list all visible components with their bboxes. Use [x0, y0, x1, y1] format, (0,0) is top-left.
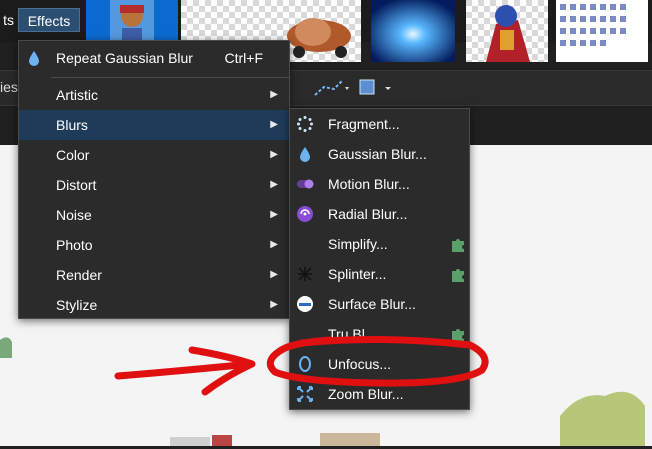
menu-item-label: Fragment... [328, 116, 400, 132]
menu-item-unfocus[interactable]: Unfocus... [290, 349, 469, 379]
menu-item-label: Motion Blur... [328, 176, 410, 192]
menu-item-photo[interactable]: Photo ▶ [19, 230, 289, 260]
menu-item-artistic[interactable]: Artistic ▶ [19, 80, 289, 110]
menu-item-blurs[interactable]: Blurs ▶ [19, 110, 289, 140]
menu-item-shortcut: Ctrl+F [224, 50, 264, 66]
unfocus-icon [299, 356, 311, 372]
line-curve-tool-icon[interactable] [312, 77, 352, 99]
menu-item-label: Zoom Blur... [328, 386, 404, 402]
menu-item-tru-blur[interactable]: Tru Bl... [290, 319, 469, 349]
menu-separator [51, 77, 289, 78]
menu-item-repeat-gaussian-blur[interactable]: Repeat Gaussian Blur Ctrl+F [19, 43, 289, 73]
menu-item-label: Splinter... [328, 266, 387, 282]
menu-effects[interactable]: Effects [18, 8, 80, 32]
surface-blur-icon [297, 296, 313, 312]
image-thumbnail[interactable] [466, 0, 548, 62]
sprite-sheet-thumbnail [556, 0, 648, 62]
menu-item-label: Render [56, 267, 102, 283]
menu-item-stylize[interactable]: Stylize ▶ [19, 290, 289, 320]
plugin-icon [452, 239, 464, 252]
submenu-arrow-icon: ▶ [270, 179, 278, 190]
submenu-arrow-icon: ▶ [270, 299, 278, 310]
hero-character-thumbnail [466, 0, 548, 62]
menu-item-zoom-blur[interactable]: Zoom Blur... [290, 379, 469, 409]
menu-item-label: Photo [56, 237, 93, 253]
plugin-icon [452, 329, 464, 342]
fragment-icon [297, 116, 313, 132]
submenu-arrow-icon: ▶ [270, 209, 278, 220]
selection-mode-icon[interactable] [357, 77, 395, 99]
toolbar-label: ies [0, 79, 18, 95]
menu-item-label: Radial Blur... [328, 206, 408, 222]
menu-item-splinter[interactable]: Splinter... [290, 259, 469, 289]
image-thumbnail[interactable] [371, 0, 455, 62]
menu-item-render[interactable]: Render ▶ [19, 260, 289, 290]
menu-item-simplify[interactable]: Simplify... [290, 229, 469, 259]
menu-item-radial-blur[interactable]: Radial Blur... [290, 199, 469, 229]
menu-item-label: Gaussian Blur... [328, 146, 427, 162]
blue-glow-thumbnail [371, 0, 455, 62]
menu-item-label: Distort [56, 177, 97, 193]
menu-item-label: Unfocus... [328, 356, 392, 372]
menu-item-label: Noise [56, 207, 92, 223]
menu-item-color[interactable]: Color ▶ [19, 140, 289, 170]
menu-item-left[interactable]: ts [0, 8, 14, 32]
submenu-arrow-icon: ▶ [270, 239, 278, 250]
blurs-submenu: Fragment... Gaussian Blur... Motion Blur… [289, 108, 470, 410]
menu-item-label: Repeat Gaussian Blur [56, 50, 193, 66]
menu-item-label: Simplify... [328, 236, 388, 252]
menu-item-fragment[interactable]: Fragment... [290, 109, 469, 139]
menu-item-label: Tru Bl... [328, 326, 377, 342]
menu-item-distort[interactable]: Distort ▶ [19, 170, 289, 200]
plugin-icon [452, 269, 464, 282]
submenu-arrow-icon: ▶ [270, 149, 278, 160]
menu-item-noise[interactable]: Noise ▶ [19, 200, 289, 230]
submenu-arrow-icon: ▶ [270, 119, 278, 130]
submenu-arrow-icon: ▶ [270, 89, 278, 100]
menu-item-label: Blurs [56, 117, 88, 133]
menu-item-label: Surface Blur... [328, 296, 416, 312]
menu-item-label: Artistic [56, 87, 98, 103]
droplet-icon [29, 51, 39, 66]
menu-item-surface-blur[interactable]: Surface Blur... [290, 289, 469, 319]
image-thumbnail[interactable] [556, 0, 648, 62]
effects-menu: Repeat Gaussian Blur Ctrl+F Artistic ▶ B… [18, 40, 290, 319]
submenu-arrow-icon: ▶ [270, 269, 278, 280]
radial-blur-icon [297, 206, 313, 222]
menu-item-label: Stylize [56, 297, 98, 313]
motion-blur-icon [297, 179, 314, 189]
droplet-icon [300, 147, 310, 162]
menu-item-label: Color [56, 147, 90, 163]
menu-item-gaussian-blur[interactable]: Gaussian Blur... [290, 139, 469, 169]
splinter-icon [298, 267, 312, 281]
zoom-blur-icon [297, 386, 313, 402]
menu-item-motion-blur[interactable]: Motion Blur... [290, 169, 469, 199]
